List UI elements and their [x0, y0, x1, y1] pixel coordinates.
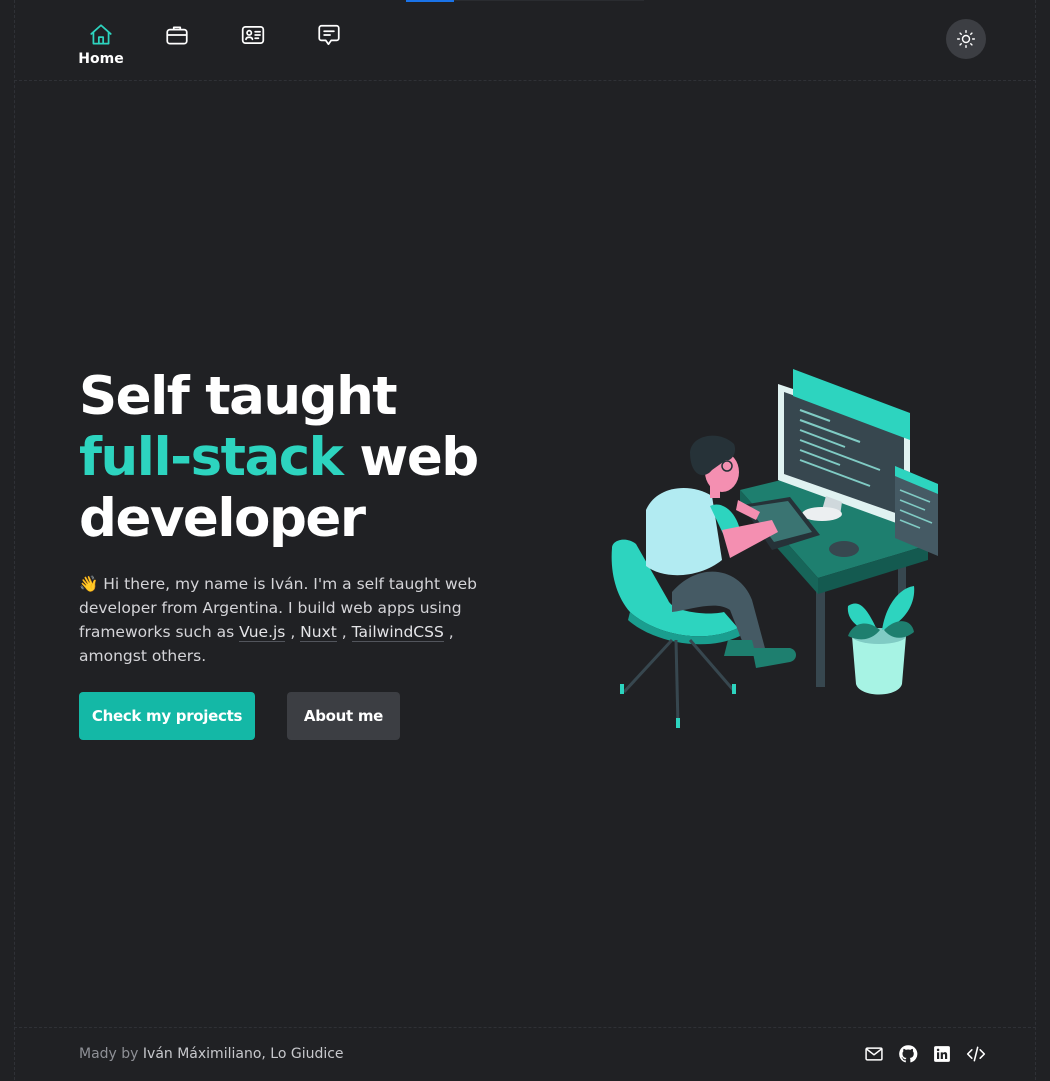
home-icon	[90, 24, 112, 45]
footer-credit: Mady by Iván Máximiliano, Lo Giudice	[79, 1046, 344, 1062]
credit-author: Iván Máximiliano, Lo Giudice	[142, 1046, 344, 1062]
nav-item-about[interactable]	[231, 22, 275, 67]
about-me-button[interactable]: About me	[287, 692, 400, 740]
linkedin-icon[interactable]	[932, 1044, 952, 1064]
id-card-icon	[241, 26, 265, 44]
wave-emoji: 👋	[79, 575, 99, 593]
hero-title-accent: full-stack	[79, 427, 344, 488]
tech-link-vue[interactable]: Vue.js	[239, 623, 286, 642]
top-nav: Home	[14, 0, 1036, 81]
hero-title-line1: Self taught	[79, 366, 398, 427]
sun-icon	[956, 29, 976, 49]
tech-sep: ,	[285, 623, 301, 641]
nav-item-home[interactable]: Home	[78, 22, 124, 67]
nav-item-contact[interactable]	[307, 22, 351, 67]
theme-toggle-button[interactable]	[946, 19, 986, 59]
credit-prefix: Mady by	[79, 1046, 143, 1062]
tech-link-tailwind[interactable]: TailwindCSS	[351, 623, 444, 642]
hero-title-line3: developer	[79, 488, 366, 549]
check-projects-button[interactable]: Check my projects	[79, 692, 255, 740]
mail-icon[interactable]	[864, 1044, 884, 1064]
footer: Mady by Iván Máximiliano, Lo Giudice	[14, 1027, 1036, 1081]
tech-sep: ,	[336, 623, 352, 641]
hero-title: Self taught full-stack web developer	[79, 366, 479, 549]
hero-title-rest: web	[342, 427, 479, 488]
tech-link-nuxt[interactable]: Nuxt	[300, 623, 337, 642]
chat-icon	[318, 24, 340, 46]
briefcase-icon	[166, 26, 188, 45]
nav-bar: Home	[78, 22, 383, 67]
intro-paragraph: 👋 Hi there, my name is Iván. I'm a self …	[79, 572, 519, 668]
nav-item-projects[interactable]	[155, 22, 199, 67]
social-links	[850, 1044, 986, 1064]
developer-illustration	[611, 369, 938, 728]
nav-label-home: Home	[78, 51, 124, 67]
code-icon[interactable]	[966, 1044, 986, 1064]
github-icon[interactable]	[898, 1044, 918, 1064]
